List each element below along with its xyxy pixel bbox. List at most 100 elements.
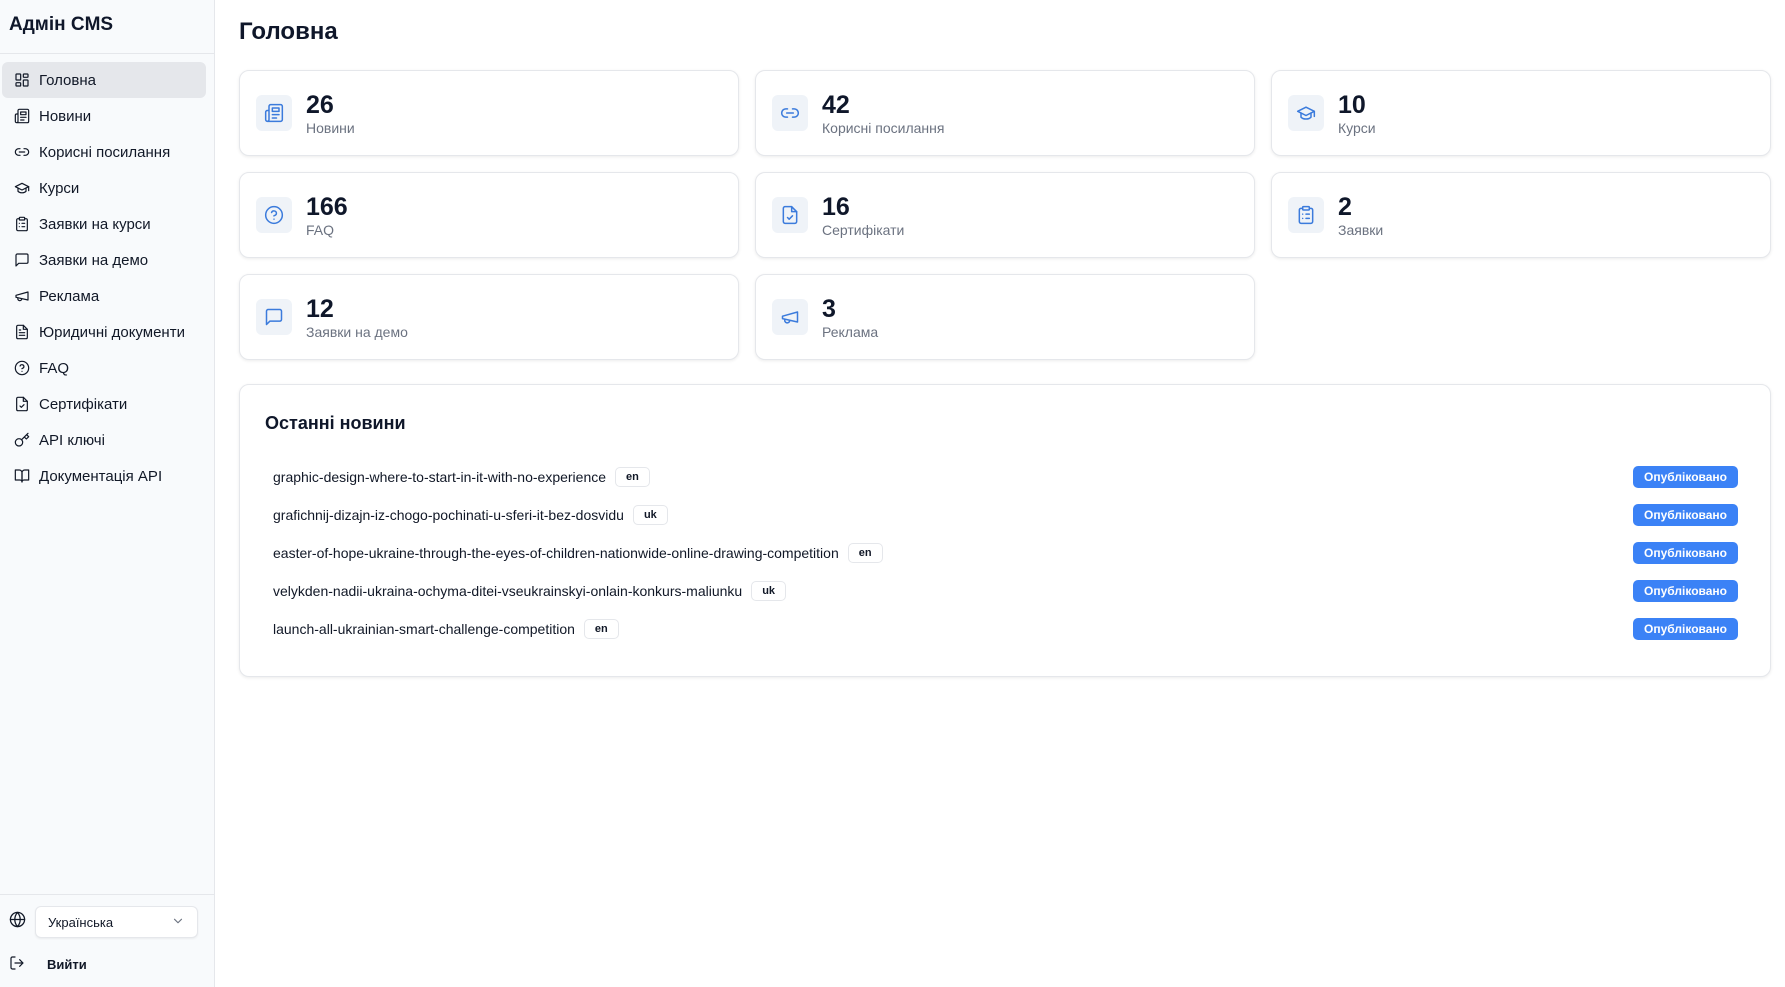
news-item-left: launch-all-ukrainian-smart-challenge-com… — [273, 619, 619, 639]
sidebar-item-home[interactable]: Головна — [2, 62, 206, 98]
news-item-left: grafichnij-dizajn-iz-chogo-pochinati-u-s… — [273, 505, 668, 525]
stat-value: 26 — [306, 90, 334, 119]
sidebar-item-label: Сертифікати — [39, 395, 128, 413]
logout-icon — [9, 955, 25, 974]
news-slug[interactable]: graphic-design-where-to-start-in-it-with… — [273, 469, 606, 485]
globe-icon — [9, 911, 26, 933]
file-check-icon — [14, 396, 30, 412]
brand-title: Адмін CMS — [0, 0, 214, 54]
sidebar-item-label: Заявки на демо — [39, 251, 149, 269]
news-list: graphic-design-where-to-start-in-it-with… — [265, 458, 1738, 648]
logout-button[interactable]: Вийти — [0, 941, 214, 987]
stat-value: 166 — [306, 192, 348, 221]
status-badge: Опубліковано — [1633, 542, 1738, 564]
stat-value: 3 — [822, 294, 836, 323]
link-icon — [772, 95, 808, 131]
stats-grid: 26 Новини 42 Корисні посилання 10 Курси 166… — [239, 70, 1771, 360]
language-selected-value: Українська — [48, 914, 114, 930]
sidebar: Адмін CMS Головна Новини Корисні посилан… — [0, 0, 215, 987]
status-badge: Опубліковано — [1633, 618, 1738, 640]
message-square-icon — [256, 299, 292, 335]
clipboard-icon — [1288, 197, 1324, 233]
stat-card-links[interactable]: 42 Корисні посилання — [755, 70, 1255, 156]
newspaper-icon — [14, 108, 30, 124]
graduation-cap-icon — [1288, 95, 1324, 131]
stat-card-certificates[interactable]: 16 Сертифікати — [755, 172, 1255, 258]
stat-card-requests[interactable]: 2 Заявки — [1271, 172, 1771, 258]
app-root: Адмін CMS Головна Новини Корисні посилан… — [0, 0, 1785, 987]
sidebar-item-legal-docs[interactable]: Юридичні документи — [2, 314, 206, 350]
sidebar-item-links[interactable]: Корисні посилання — [2, 134, 206, 170]
stat-card-faq[interactable]: 166 FAQ — [239, 172, 739, 258]
key-icon — [14, 432, 30, 448]
sidebar-item-label: FAQ — [39, 359, 70, 377]
sidebar-item-label: API ключі — [39, 431, 105, 449]
sidebar-item-api-docs[interactable]: Документація API — [2, 458, 206, 494]
stat-card-demo-requests[interactable]: 12 Заявки на демо — [239, 274, 739, 360]
language-row: Українська — [0, 903, 214, 941]
news-slug[interactable]: grafichnij-dizajn-iz-chogo-pochinati-u-s… — [273, 507, 624, 523]
sidebar-item-faq[interactable]: FAQ — [2, 350, 206, 386]
help-circle-icon — [256, 197, 292, 233]
clipboard-icon — [14, 216, 30, 232]
stat-label: Сертифікати — [822, 221, 905, 238]
list-item[interactable]: velykden-nadii-ukraina-ochyma-ditei-vseu… — [273, 572, 1738, 610]
latest-news-card: Останні новини graphic-design-where-to-s… — [239, 384, 1771, 677]
status-badge: Опубліковано — [1633, 466, 1738, 488]
sidebar-item-news[interactable]: Новини — [2, 98, 206, 134]
stat-card-ads[interactable]: 3 Реклама — [755, 274, 1255, 360]
lang-badge: uk — [751, 581, 787, 601]
stat-label: FAQ — [306, 221, 335, 238]
list-item[interactable]: easter-of-hope-ukraine-through-the-eyes-… — [273, 534, 1738, 572]
sidebar-item-ads[interactable]: Реклама — [2, 278, 206, 314]
list-item[interactable]: launch-all-ukrainian-smart-challenge-com… — [273, 610, 1738, 648]
sidebar-footer: Українська Вийти — [0, 894, 214, 987]
list-item[interactable]: graphic-design-where-to-start-in-it-with… — [273, 458, 1738, 496]
news-item-left: easter-of-hope-ukraine-through-the-eyes-… — [273, 543, 883, 563]
stat-card-courses[interactable]: 10 Курси — [1271, 70, 1771, 156]
status-badge: Опубліковано — [1633, 504, 1738, 526]
stat-label: Курси — [1338, 119, 1376, 136]
stat-label: Заявки на демо — [306, 323, 408, 340]
stat-value: 2 — [1338, 192, 1352, 221]
stat-label: Заявки — [1338, 221, 1384, 238]
sidebar-item-label: Реклама — [39, 287, 100, 305]
list-item[interactable]: grafichnij-dizajn-iz-chogo-pochinati-u-s… — [273, 496, 1738, 534]
book-open-icon — [14, 468, 30, 484]
lang-badge: uk — [632, 505, 668, 525]
stat-value: 12 — [306, 294, 334, 323]
chevron-down-icon — [171, 914, 185, 931]
lang-badge: en — [847, 543, 883, 563]
stat-value: 10 — [1338, 90, 1366, 119]
sidebar-item-label: Курси — [39, 179, 80, 197]
page-title: Головна — [239, 18, 338, 45]
file-check-icon — [772, 197, 808, 233]
latest-news-title: Останні новини — [265, 413, 406, 433]
message-square-icon — [14, 252, 30, 268]
news-slug[interactable]: easter-of-hope-ukraine-through-the-eyes-… — [273, 545, 839, 561]
sidebar-item-label: Корисні посилання — [39, 143, 171, 161]
sidebar-item-label: Головна — [39, 71, 96, 89]
news-slug[interactable]: velykden-nadii-ukraina-ochyma-ditei-vseu… — [273, 583, 742, 599]
main-content: Головна 26 Новини 42 Корисні посилання 10 К… — [215, 0, 1785, 987]
news-item-left: graphic-design-where-to-start-in-it-with… — [273, 467, 650, 487]
stat-label: Реклама — [822, 323, 879, 340]
stat-value: 16 — [822, 192, 850, 221]
news-slug[interactable]: launch-all-ukrainian-smart-challenge-com… — [273, 621, 575, 637]
dashboard-icon — [14, 72, 30, 88]
sidebar-item-courses[interactable]: Курси — [2, 170, 206, 206]
news-item-left: velykden-nadii-ukraina-ochyma-ditei-vseu… — [273, 581, 787, 601]
megaphone-icon — [14, 288, 30, 304]
sidebar-item-certificates[interactable]: Сертифікати — [2, 386, 206, 422]
stat-value: 42 — [822, 90, 850, 119]
sidebar-item-course-requests[interactable]: Заявки на курси — [2, 206, 206, 242]
megaphone-icon — [772, 299, 808, 335]
sidebar-item-api-keys[interactable]: API ключі — [2, 422, 206, 458]
language-select[interactable]: Українська — [35, 906, 198, 938]
newspaper-icon — [256, 95, 292, 131]
logout-label: Вийти — [47, 956, 87, 972]
graduation-cap-icon — [14, 180, 30, 196]
sidebar-item-demo-requests[interactable]: Заявки на демо — [2, 242, 206, 278]
sidebar-nav: Головна Новини Корисні посилання Курси З… — [0, 54, 214, 894]
stat-card-news[interactable]: 26 Новини — [239, 70, 739, 156]
